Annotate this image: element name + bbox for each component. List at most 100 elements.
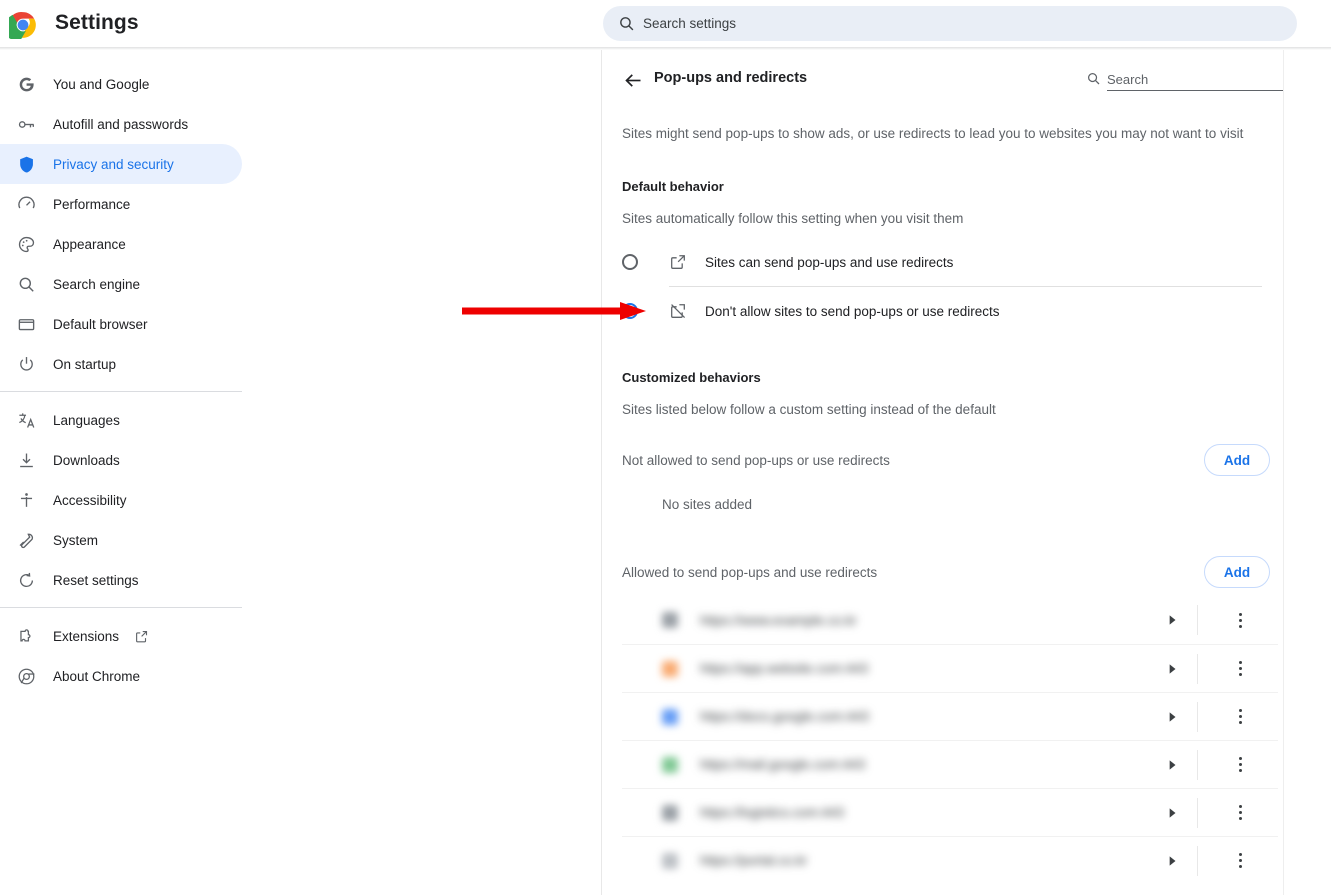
sidebar-item-on-startup[interactable]: On startup [0,344,242,384]
site-row[interactable]: https://mail.google.com:443 [622,740,1278,788]
sidebar-item-autofill-and-passwords[interactable]: Autofill and passwords [0,104,242,144]
more-vertical-icon[interactable] [1230,803,1250,823]
search-icon [617,15,635,33]
allowed-sites-list: https://www.example.co.kr https://app.web… [622,596,1278,884]
sidebar-item-label: Reset settings [53,572,139,588]
sidebar-item-downloads[interactable]: Downloads [0,440,242,480]
puzzle-icon [16,626,36,646]
power-icon [16,354,36,374]
sidebar-item-label: You and Google [53,76,150,92]
search-input[interactable] [643,16,1297,31]
sidebar-item-label: Appearance [53,236,126,252]
sidebar-item-search-engine[interactable]: Search engine [0,264,242,304]
open-in-new-off-icon [668,301,688,321]
chevron-right-icon[interactable] [1162,659,1182,679]
site-row[interactable]: https://docs.google.com:443 [622,692,1278,740]
open-in-new-icon [133,628,149,644]
sidebar-item-label: Downloads [53,452,120,468]
add-blocked-site-button[interactable]: Add [1204,444,1270,476]
site-name: https://logistics.com:443 [700,805,845,820]
sidebar-item-about-chrome[interactable]: About Chrome [0,656,242,696]
site-favicon [662,660,678,677]
more-vertical-icon[interactable] [1230,610,1250,630]
radio-allow-popups[interactable]: Sites can send pop-ups and use redirects [622,238,1262,286]
open-in-new-icon [668,252,688,272]
sidebar-item-extensions[interactable]: Extensions [0,616,242,656]
search-settings-box[interactable] [603,6,1297,41]
row-divider [1197,702,1198,732]
customized-behaviors-heading: Customized behaviors [622,370,761,385]
panel-search-box[interactable] [1086,65,1283,91]
intro-description: Sites might send pop-ups to show ads, or… [622,126,1244,141]
sidebar-divider-2 [0,607,242,608]
row-divider [1197,798,1198,828]
chevron-right-icon[interactable] [1162,610,1182,630]
radio-block-popups[interactable]: Don't allow sites to send pop-ups or use… [622,287,1262,335]
sidebar-item-label: Languages [53,412,120,428]
panel-search-input[interactable] [1107,72,1283,91]
site-row[interactable]: https://logistics.com:443 [622,788,1278,836]
site-row[interactable]: https://portal.co.kr [622,836,1278,884]
row-divider [1197,846,1198,876]
allowed-list-header: Allowed to send pop-ups and use redirect… [622,547,1270,597]
chrome-outline-icon [16,666,36,686]
more-vertical-icon[interactable] [1230,707,1250,727]
radio-indicator-selected[interactable] [622,303,638,319]
sidebar-item-label: Extensions [53,628,120,644]
chevron-right-icon[interactable] [1162,707,1182,727]
sidebar-item-default-browser[interactable]: Default browser [0,304,242,344]
more-vertical-icon[interactable] [1230,659,1250,679]
sidebar-item-languages[interactable]: Languages [0,400,242,440]
shield-icon [16,154,36,174]
site-favicon [662,804,678,821]
google-g-icon [16,74,36,94]
sidebar-item-appearance[interactable]: Appearance [0,224,242,264]
sidebar-item-label: On startup [53,356,117,372]
site-favicon [662,756,678,773]
back-arrow-icon[interactable] [621,68,645,92]
top-bar-shadow [0,47,1331,50]
site-name: https://mail.google.com:443 [700,757,866,772]
sidebar-item-label: Search engine [53,276,141,292]
palette-icon [16,234,36,254]
chevron-right-icon[interactable] [1162,851,1182,871]
more-vertical-icon[interactable] [1230,851,1250,871]
sidebar-item-reset-settings[interactable]: Reset settings [0,560,242,600]
magnifier-icon [16,274,36,294]
chevron-right-icon[interactable] [1162,803,1182,823]
site-row[interactable]: https://app.website.com:443 [622,644,1278,692]
popups-and-redirects-panel: Pop-ups and redirects Sites might send p… [603,50,1284,895]
site-favicon [662,612,678,628]
sidebar-item-label: Privacy and security [53,156,174,172]
sidebar-item-system[interactable]: System [0,520,242,560]
chevron-right-icon[interactable] [1162,755,1182,775]
sidebar-item-label: Performance [53,196,131,212]
default-behavior-heading: Default behavior [622,179,724,194]
translate-icon [16,410,36,430]
site-row[interactable]: https://www.example.co.kr [622,596,1278,644]
radio-option-label: Don't allow sites to send pop-ups or use… [705,303,1000,319]
site-name: https://app.website.com:443 [700,661,869,676]
sidebar-item-privacy-and-security[interactable]: Privacy and security [0,144,242,184]
sidebar-item-accessibility[interactable]: Accessibility [0,480,242,520]
radio-indicator[interactable] [622,254,638,270]
more-vertical-icon[interactable] [1230,755,1250,775]
sidebar-item-label: Accessibility [53,492,127,508]
sidebar-item-label: About Chrome [53,668,141,684]
row-divider [1197,750,1198,780]
sidebar-item-label: Autofill and passwords [53,116,189,132]
sidebar-item-you-and-google[interactable]: You and Google [0,64,242,104]
blocked-list-header: Not allowed to send pop-ups or use redir… [622,435,1270,485]
download-icon [16,450,36,470]
search-icon [1086,70,1101,86]
settings-top-bar: Settings [0,0,1331,47]
sidebar-item-performance[interactable]: Performance [0,184,242,224]
row-divider [1197,654,1198,684]
sidebar-item-label: System [53,532,99,548]
sidebar-item-label: Default browser [53,316,148,332]
subpage-title: Pop-ups and redirects [654,70,808,86]
row-divider [1197,605,1198,635]
speedometer-icon [16,194,36,214]
subpage-header: Pop-ups and redirects [603,50,1284,108]
add-allowed-site-button[interactable]: Add [1204,556,1270,588]
